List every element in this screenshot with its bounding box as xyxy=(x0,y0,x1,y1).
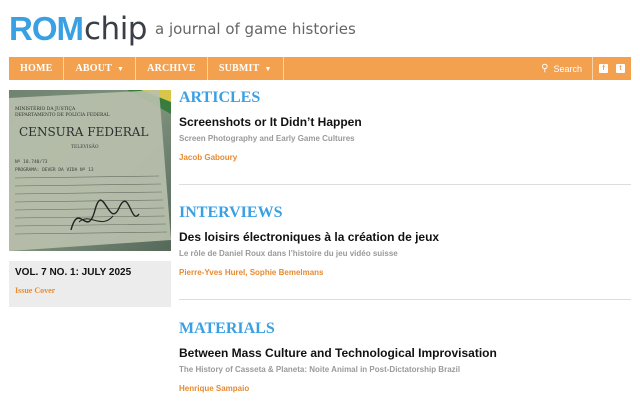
section-interviews: INTERVIEWS Des loisirs électroniques à l… xyxy=(179,185,631,300)
main-content: ARTICLES Screenshots or It Didn’t Happen… xyxy=(179,88,631,393)
section-articles: ARTICLES Screenshots or It Didn’t Happen… xyxy=(179,88,631,185)
facebook-icon[interactable]: f xyxy=(599,64,608,73)
romchip-logo[interactable]: ROM chip xyxy=(9,10,147,47)
issue-sidebar: MINISTÉRIO DA JUSTIÇA DEPARTAMENTO DE PO… xyxy=(9,90,171,307)
nav-about[interactable]: ABOUT ▼ xyxy=(64,57,137,80)
nav-submit-label: SUBMIT xyxy=(218,63,260,74)
search-input[interactable]: ⚲ Search xyxy=(531,57,592,80)
site-header: ROM chip a journal of game histories xyxy=(9,6,356,47)
issue-cover-image[interactable]: MINISTÉRIO DA JUSTIÇA DEPARTAMENTO DE PO… xyxy=(9,90,171,251)
nav-archive-label: ARCHIVE xyxy=(147,63,196,74)
article-title-link[interactable]: Des loisirs électroniques à la création … xyxy=(179,230,631,244)
caret-down-icon: ▼ xyxy=(264,64,272,73)
nav-home[interactable]: HOME xyxy=(9,57,65,80)
issue-cover-link[interactable]: Issue Cover xyxy=(15,286,55,295)
article-author-link[interactable]: Jacob Gaboury xyxy=(179,153,631,162)
main-navigation: HOME ABOUT ▼ ARCHIVE SUBMIT ▼ ⚲ Search f… xyxy=(9,57,631,80)
section-heading: ARTICLES xyxy=(179,89,261,106)
logo-rom-text: ROM xyxy=(9,10,84,47)
article-subtitle: Screen Photography and Early Game Cultur… xyxy=(179,134,355,143)
cover-document-illustration: MINISTÉRIO DA JUSTIÇA DEPARTAMENTO DE PO… xyxy=(9,90,171,251)
search-placeholder: Search xyxy=(553,63,582,74)
section-heading: INTERVIEWS xyxy=(179,204,283,221)
nav-home-label: HOME xyxy=(20,63,53,74)
cover-department-text: DEPARTAMENTO DE POLÍCIA FEDERAL xyxy=(15,111,110,118)
article-subtitle: The History of Casseta & Planeta: Noite … xyxy=(179,365,461,374)
cover-number-text: Nº 18.740/73 xyxy=(15,159,48,165)
article-title-link[interactable]: Between Mass Culture and Technological I… xyxy=(179,346,631,360)
site-tagline: a journal of game histories xyxy=(154,20,356,38)
issue-title: VOL. 7 NO. 1: JULY 2025 xyxy=(15,267,132,278)
section-materials: MATERIALS Between Mass Culture and Techn… xyxy=(179,300,631,393)
nav-submit[interactable]: SUBMIT ▼ xyxy=(208,57,284,80)
current-issue-box: VOL. 7 NO. 1: JULY 2025 Issue Cover xyxy=(9,261,171,307)
article-author-link[interactable]: Pierre-Yves Hurel, Sophie Bemelmans xyxy=(179,268,631,277)
search-icon: ⚲ xyxy=(541,63,549,74)
article-title-link[interactable]: Screenshots or It Didn’t Happen xyxy=(179,115,631,129)
caret-down-icon: ▼ xyxy=(117,64,125,73)
social-links: f t xyxy=(592,57,631,80)
logo-chip-text: chip xyxy=(84,11,147,47)
cover-censura-text: CENSURA FEDERAL xyxy=(19,125,148,139)
article-author-link[interactable]: Henrique Sampaio xyxy=(179,384,631,393)
section-heading: MATERIALS xyxy=(179,320,275,337)
nav-about-label: ABOUT xyxy=(75,63,113,74)
twitter-icon[interactable]: t xyxy=(616,64,625,73)
nav-archive[interactable]: ARCHIVE xyxy=(136,57,208,80)
article-subtitle: Le rôle de Daniel Roux dans l’histoire d… xyxy=(179,249,398,258)
cover-program-text: PROGRAMA: DEVER DA VIDA Nº 13 xyxy=(15,167,94,173)
